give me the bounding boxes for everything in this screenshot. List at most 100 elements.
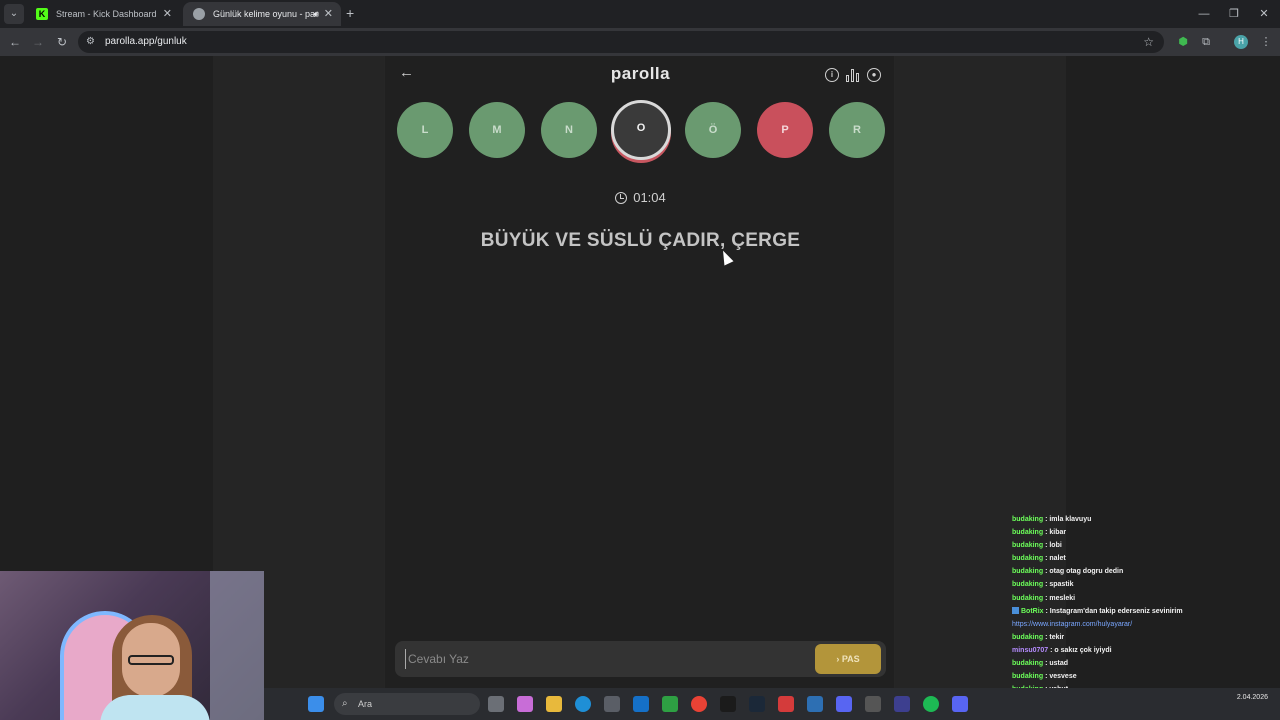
pass-button[interactable]: › PAS [815, 644, 881, 674]
letter-o-umlaut[interactable]: Ö [685, 102, 741, 158]
timer: 01:04 [385, 190, 896, 205]
spotify-icon[interactable] [923, 696, 939, 712]
chat-message: nalet [1049, 555, 1066, 563]
chat-message: o sakız çok iyiydi [1054, 646, 1112, 654]
chat-username[interactable]: budaking [1012, 673, 1043, 680]
file-explorer-icon[interactable] [546, 696, 562, 712]
browser-toolbar: ← → ↻ ⚙ parolla.app/gunluk ☆ ⬢ ⧉ ⋮ [0, 28, 1280, 56]
url-text: parolla.app/gunluk [105, 36, 187, 47]
tab-parolla[interactable]: Günlük kelime oyunu - par 🔊︎ ✕ [183, 2, 341, 26]
chat-username[interactable]: budaking [1012, 516, 1043, 523]
chat-link[interactable]: https://www.instagram.com/hulyayarar/ [1012, 621, 1132, 628]
tab-search-button[interactable]: ⌄ [4, 4, 24, 24]
chrome-icon[interactable] [691, 696, 707, 712]
store-icon[interactable] [604, 696, 620, 712]
chat-message: vesvese [1049, 673, 1077, 681]
windows-start-icon[interactable] [308, 696, 324, 712]
chat-username[interactable]: budaking [1012, 529, 1043, 536]
chat-message: otag otag dogru dedin [1049, 568, 1124, 576]
speaker-icon[interactable]: 🔊︎ [313, 2, 319, 26]
glasses-icon [128, 655, 174, 665]
app-icon[interactable] [894, 696, 910, 712]
search-label: Ara [358, 699, 373, 709]
taskbar-clock[interactable]: 2.04.2026 [1237, 692, 1268, 704]
restore-button[interactable]: ❐ [1218, 0, 1250, 28]
webcam-background [210, 571, 264, 720]
reload-icon[interactable]: ↻ [53, 33, 71, 51]
chat-message: kibar [1049, 529, 1067, 537]
answer-input[interactable] [405, 649, 795, 669]
xbox-icon[interactable] [662, 696, 678, 712]
anydesk-icon[interactable] [778, 696, 794, 712]
pass-label: PAS [841, 654, 860, 664]
letter-p[interactable]: P [757, 102, 813, 158]
chat-username[interactable]: BotRix [1021, 608, 1044, 615]
letter-circles: L M N O Ö P R [397, 100, 887, 162]
chat-username[interactable]: budaking [1012, 555, 1043, 562]
webcam-overlay [0, 571, 264, 720]
bookmark-star-icon[interactable]: ☆ [1143, 31, 1154, 53]
app-icon[interactable] [836, 696, 852, 712]
chat-username[interactable]: budaking [1012, 660, 1043, 667]
edge-icon[interactable] [575, 696, 591, 712]
letter-m[interactable]: M [469, 102, 525, 158]
site-info-icon[interactable]: ⚙ [86, 31, 95, 53]
browser-menu-icon[interactable]: ⋮ [1258, 34, 1274, 50]
chat-username[interactable]: budaking [1012, 542, 1043, 549]
discord-icon[interactable] [952, 696, 968, 712]
chat-line: budaking : lobi [1012, 542, 1062, 550]
steam-icon[interactable] [749, 696, 765, 712]
app-icon[interactable] [807, 696, 823, 712]
tab-kick-dashboard[interactable]: K Stream - Kick Dashboard ✕ [26, 2, 180, 26]
info-icon[interactable]: i [825, 68, 839, 82]
letter-n[interactable]: N [541, 102, 597, 158]
obs-icon[interactable] [865, 696, 881, 712]
letter-o-active[interactable]: O [611, 100, 671, 160]
letter-r[interactable]: R [829, 102, 885, 158]
chat-line: budaking : vesvese [1012, 673, 1077, 681]
extensions-puzzle-icon[interactable]: ⧉ [1198, 34, 1214, 50]
parolla-favicon-icon [193, 8, 205, 20]
chat-message: mesleki [1049, 594, 1076, 602]
chat-line: https://www.instagram.com/hulyayarar/ [1012, 618, 1280, 631]
new-tab-button[interactable]: + [346, 4, 354, 22]
user-icon[interactable]: ● [867, 68, 881, 82]
kick-favicon-icon: K [36, 8, 48, 20]
taskbar-date: 2.04.2026 [1236, 694, 1268, 701]
close-window-button[interactable]: ✕ [1248, 0, 1280, 28]
clock-icon [615, 192, 628, 204]
search-icon: ⌕ [342, 698, 348, 709]
profile-avatar[interactable]: H [1234, 35, 1248, 49]
chat-line: BotRix : Instagram'dan takip ederseniz s… [1012, 605, 1280, 618]
letter-l[interactable]: L [397, 102, 453, 158]
close-tab-icon[interactable]: ✕ [163, 2, 172, 26]
tab-title: Stream - Kick Dashboard [56, 9, 157, 19]
bot-badge-icon [1012, 606, 1019, 614]
minimize-button[interactable]: — [1188, 0, 1220, 28]
copilot-icon[interactable] [517, 696, 533, 712]
chat-username[interactable]: budaking [1012, 568, 1043, 575]
task-view-icon[interactable] [488, 696, 504, 712]
back-icon[interactable]: ← [6, 33, 24, 51]
address-bar[interactable]: ⚙ parolla.app/gunluk ☆ [78, 31, 1164, 53]
timer-value: 01:04 [633, 190, 666, 205]
extension-shield-icon[interactable]: ⬢ [1175, 34, 1191, 50]
stats-icon[interactable] [846, 68, 860, 82]
chat-username[interactable]: budaking [1012, 581, 1043, 588]
close-tab-icon[interactable]: ✕ [324, 2, 333, 26]
chat-line: budaking : otag otag dogru dedin [1012, 568, 1124, 576]
outlook-icon[interactable] [633, 696, 649, 712]
app-logo: parolla [610, 64, 671, 83]
question-text: BÜYÜK VE SÜSLÜ ÇADIR, ÇERGE [480, 230, 801, 251]
chat-message: spastik [1049, 581, 1074, 589]
forward-icon[interactable]: → [29, 33, 47, 51]
chat-line: budaking : imla klavuyu [1012, 516, 1092, 523]
chat-username[interactable]: budaking [1012, 634, 1043, 641]
chat-line: minsu0707 : o sakız çok iyiydi [1012, 646, 1112, 654]
taskbar-search[interactable]: ⌕ Ara [334, 693, 480, 715]
epic-games-icon[interactable] [720, 696, 736, 712]
chat-username[interactable]: budaking [1012, 595, 1043, 602]
chat-username[interactable]: minsu0707 [1012, 647, 1048, 654]
chat-message: ustad [1049, 660, 1069, 668]
chat-message: Instagram'dan takip ederseniz sevinirim [1049, 607, 1183, 615]
